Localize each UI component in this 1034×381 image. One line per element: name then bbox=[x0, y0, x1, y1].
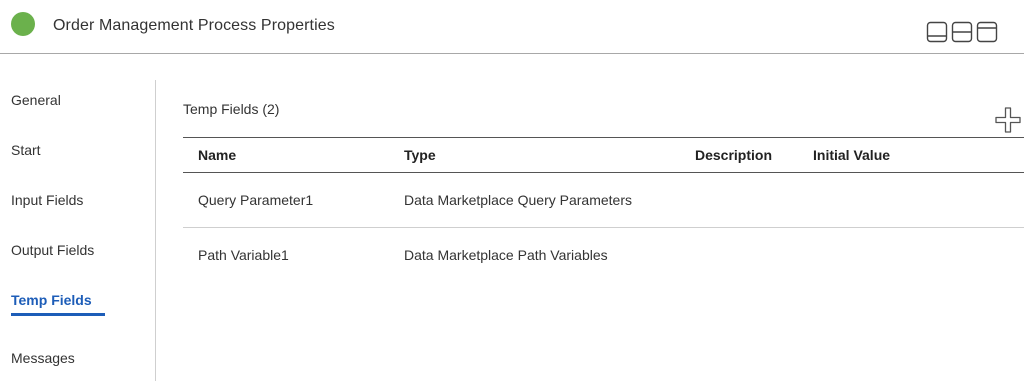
column-header-name[interactable]: Name bbox=[198, 147, 236, 163]
column-header-initial-value[interactable]: Initial Value bbox=[813, 147, 890, 163]
properties-header: Order Management Process Properties bbox=[0, 0, 1024, 54]
sidebar-item-start[interactable]: Start bbox=[11, 142, 41, 158]
table-header-row: Name Type Description Initial Value bbox=[183, 138, 1024, 173]
cell-type: Data Marketplace Path Variables bbox=[404, 247, 608, 263]
cell-name: Query Parameter1 bbox=[198, 192, 314, 208]
plus-icon[interactable] bbox=[994, 106, 1022, 134]
panel-bottom-icon[interactable] bbox=[926, 21, 948, 43]
status-indicator bbox=[11, 12, 35, 36]
active-tab-underline bbox=[11, 313, 105, 316]
table-row[interactable]: Path Variable1 Data Marketplace Path Var… bbox=[183, 228, 1024, 282]
sidebar-item-general[interactable]: General bbox=[11, 92, 61, 108]
layout-toggle-group bbox=[926, 21, 998, 43]
cell-type: Data Marketplace Query Parameters bbox=[404, 192, 632, 208]
cell-name: Path Variable1 bbox=[198, 247, 289, 263]
section-title: Temp Fields (2) bbox=[183, 101, 280, 117]
sidebar-item-messages[interactable]: Messages bbox=[11, 350, 75, 366]
sidebar-item-temp-fields[interactable]: Temp Fields bbox=[11, 292, 92, 308]
sidebar-item-input-fields[interactable]: Input Fields bbox=[11, 192, 83, 208]
properties-sidebar: General Start Input Fields Output Fields… bbox=[0, 80, 156, 381]
sidebar-item-output-fields[interactable]: Output Fields bbox=[11, 242, 94, 258]
page-title: Order Management Process Properties bbox=[53, 17, 335, 34]
panel-split-horizontal-icon[interactable] bbox=[951, 21, 973, 43]
column-header-type[interactable]: Type bbox=[404, 147, 436, 163]
table-row[interactable]: Query Parameter1 Data Marketplace Query … bbox=[183, 173, 1024, 228]
panel-top-icon[interactable] bbox=[976, 21, 998, 43]
temp-fields-table: Name Type Description Initial Value Quer… bbox=[183, 137, 1024, 282]
column-header-description[interactable]: Description bbox=[695, 147, 772, 163]
